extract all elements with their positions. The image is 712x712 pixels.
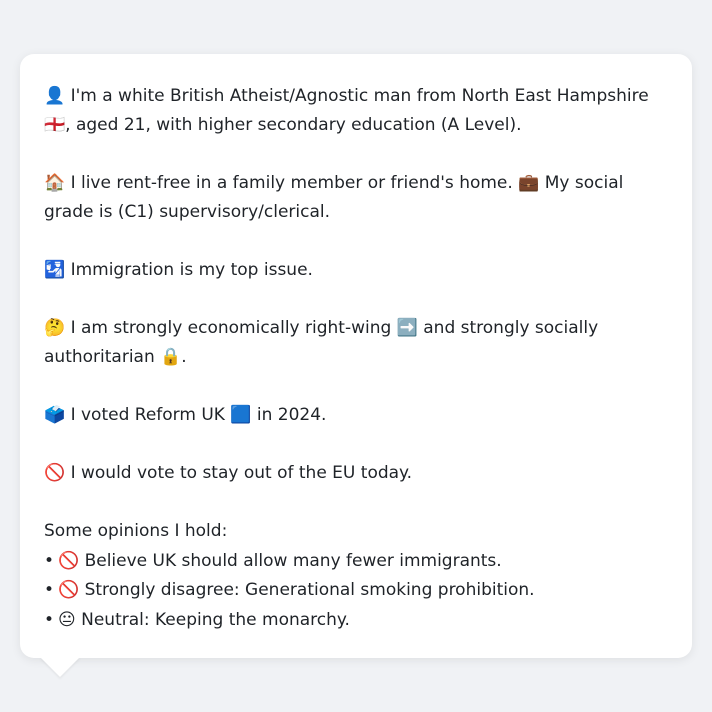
bullet-icon: • bbox=[44, 609, 55, 630]
profile-housing-text: 🏠 I live rent-free in a family member or… bbox=[44, 173, 624, 222]
bubble-tail bbox=[40, 657, 80, 677]
profile-vote-text: 🗳️ I voted Reform UK 🟦 in 2024. bbox=[44, 405, 327, 425]
profile-ideology-text: 🤔 I am strongly economically right-wing … bbox=[44, 318, 599, 367]
opinions-list: • 🚫 Believe UK should allow many fewer im… bbox=[44, 547, 668, 636]
opinions-section: Some opinions I hold: • 🚫 Believe UK shou… bbox=[44, 517, 668, 635]
message-bubble: 👤 I'm a white British Atheist/Agnostic m… bbox=[20, 54, 692, 658]
opinion-text: 🚫 Believe UK should allow many fewer imm… bbox=[58, 550, 502, 571]
bullet-icon: • bbox=[44, 580, 55, 600]
opinions-heading: Some opinions I hold: bbox=[44, 521, 228, 541]
profile-top-issue-text: 🛂 Immigration is my top issue. bbox=[44, 260, 313, 280]
profile-identity-text: 👤 I'm a white British Atheist/Agnostic m… bbox=[44, 86, 649, 135]
opinion-item: • 🚫 Strongly disagree: Generational smoki… bbox=[44, 576, 668, 606]
bullet-icon: • bbox=[44, 550, 55, 571]
opinion-item: • 🚫 Believe UK should allow many fewer im… bbox=[44, 547, 668, 577]
opinion-item: • 😐 Neutral: Keeping the monarchy. bbox=[44, 606, 668, 636]
opinion-text: 😐 Neutral: Keeping the monarchy. bbox=[58, 609, 350, 630]
profile-eu-text: 🚫 I would vote to stay out of the EU tod… bbox=[44, 463, 413, 483]
opinion-text: 🚫 Strongly disagree: Generational smokin… bbox=[58, 580, 535, 600]
